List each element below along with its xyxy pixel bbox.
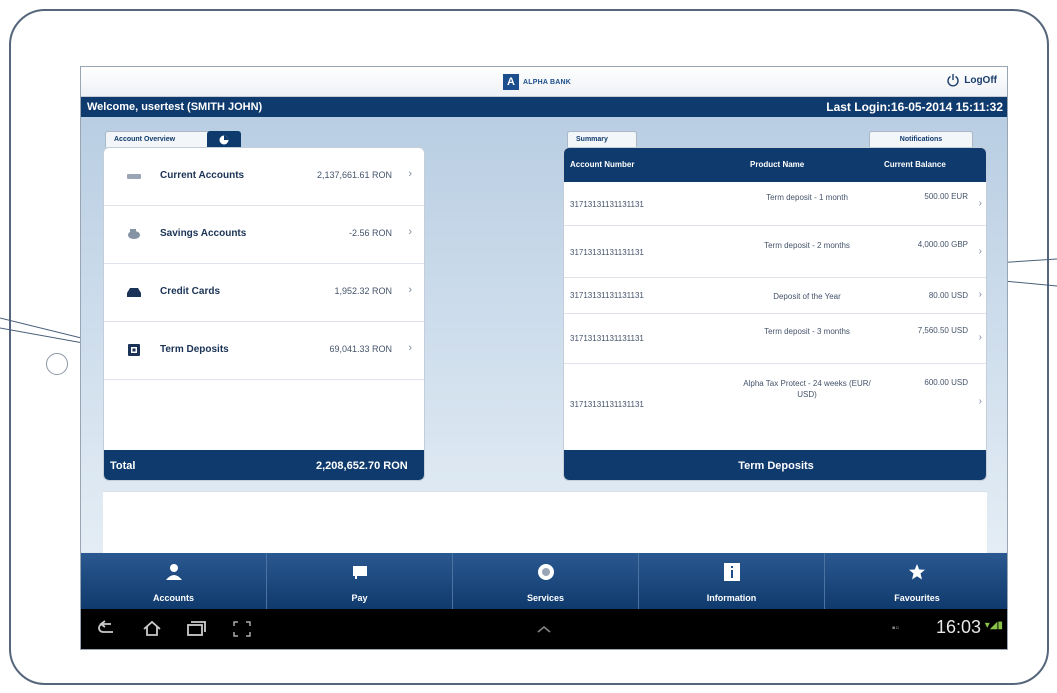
- account-amount: 1,952.32 RON: [334, 286, 392, 296]
- summary-panel: Account Number Product Name Current Bala…: [563, 147, 987, 481]
- tab-account-overview[interactable]: Account Overview: [105, 131, 213, 147]
- bank-name: ALPHA BANK: [523, 78, 572, 86]
- account-amount: -2.56 RON: [348, 228, 392, 238]
- home-icon[interactable]: [141, 619, 163, 639]
- term-deposits-footer-button[interactable]: Term Deposits: [564, 450, 986, 480]
- bank-logo: A ALPHA BANK: [503, 74, 571, 90]
- chevron-right-icon: ›: [978, 198, 982, 209]
- account-amount: 2,137,661.61 RON: [316, 170, 392, 180]
- account-name: Savings Accounts: [160, 228, 247, 239]
- table-row[interactable]: 31713131131131131 Term deposit - 1 month…: [564, 182, 986, 226]
- nav-pay[interactable]: Pay: [267, 553, 453, 609]
- chevron-right-icon: ›: [408, 226, 412, 238]
- top-bar: A ALPHA BANK LogOff: [81, 67, 1007, 97]
- column-header: Account Number: [570, 160, 635, 169]
- nav-services[interactable]: Services: [453, 553, 639, 609]
- current-balance: 7,560.50 USD: [917, 326, 968, 335]
- blank-content-area: [103, 491, 987, 553]
- chevron-right-icon: ›: [408, 284, 412, 296]
- up-arrow-icon[interactable]: [533, 619, 555, 639]
- signal-battery-icon: ▾◢▮: [984, 620, 1003, 631]
- table-header: Account Number Product Name Current Bala…: [564, 148, 986, 182]
- nav-label: Services: [526, 593, 565, 603]
- welcome-text: Welcome, usertest (SMITH JOHN): [87, 101, 263, 113]
- account-row-current[interactable]: Current Accounts 2,137,661.61 RON ›: [104, 148, 424, 206]
- chevron-right-icon: ›: [408, 342, 412, 354]
- app-screen: A ALPHA BANK LogOff Welcome, usertest (S…: [80, 66, 1008, 650]
- nav-label: Accounts: [152, 593, 194, 603]
- current-balance: 600.00 USD: [924, 378, 968, 387]
- table-row[interactable]: 31713131131131131 Deposit of the Year 80…: [564, 278, 986, 314]
- info-icon: [723, 563, 740, 581]
- account-row-term-deposits[interactable]: Term Deposits 69,041.33 RON ›: [104, 322, 424, 380]
- account-name: Term Deposits: [160, 344, 229, 355]
- chevron-right-icon: ›: [978, 396, 982, 407]
- nav-label: Favourites: [894, 593, 940, 603]
- account-row-credit-cards[interactable]: Credit Cards 1,952.32 RON ›: [104, 264, 424, 322]
- welcome-bar: Welcome, usertest (SMITH JOHN) Last Logi…: [81, 97, 1007, 117]
- clock: 16:03: [935, 617, 981, 637]
- product-name: Alpha Tax Protect - 24 weeks (EUR/ USD): [743, 379, 871, 399]
- account-name: Credit Cards: [160, 286, 221, 297]
- current-balance: 4,000.00 GBP: [917, 240, 968, 249]
- column-header: Current Balance: [884, 160, 946, 169]
- nav-information[interactable]: Information: [639, 553, 825, 609]
- tab-notifications[interactable]: Notifications: [869, 131, 973, 147]
- pay-icon: [352, 566, 367, 579]
- user-icon: [165, 564, 182, 580]
- tablet-home-button[interactable]: [46, 353, 68, 375]
- wallet-icon: [127, 174, 141, 179]
- product-name: Term deposit - 1 month: [766, 193, 848, 202]
- account-number: 31713131131131131: [570, 400, 644, 409]
- power-icon: [947, 74, 959, 87]
- nav-label: Pay: [351, 593, 368, 603]
- product-name: Term deposit - 2 months: [764, 241, 850, 250]
- chevron-right-icon: ›: [978, 332, 982, 343]
- account-number: 31713131131131131: [570, 291, 644, 300]
- logoff-label: LogOff: [964, 74, 997, 86]
- logoff-button[interactable]: LogOff: [946, 73, 997, 87]
- screenshot-icon[interactable]: [231, 619, 253, 639]
- account-number: 31713131131131131: [570, 248, 644, 257]
- recent-apps-icon[interactable]: [185, 619, 207, 639]
- notification-icons: ▪▫: [891, 623, 899, 634]
- account-number: 31713131131131131: [570, 200, 644, 209]
- total-bar: Total 2,208,652.70 RON: [104, 450, 424, 480]
- total-value: 2,208,652.70 RON: [316, 460, 408, 472]
- piggy-bank-icon: [128, 229, 140, 239]
- current-balance: 80.00 USD: [928, 291, 968, 300]
- chevron-right-icon: ›: [978, 246, 982, 257]
- tab-summary[interactable]: Summary: [567, 131, 637, 147]
- total-label: Total: [110, 460, 136, 472]
- nav-favourites[interactable]: Favourites: [825, 553, 1007, 609]
- android-system-bar: ▪▫ 16:03 ▾◢▮: [81, 609, 1007, 649]
- account-overview-panel: Current Accounts 2,137,661.61 RON › Savi…: [103, 147, 425, 481]
- table-row[interactable]: 31713131131131131 Term deposit - 3 month…: [564, 314, 986, 364]
- table-row[interactable]: 31713131131131131 Alpha Tax Protect - 24…: [564, 364, 986, 450]
- product-name: Term deposit - 3 months: [764, 327, 850, 336]
- account-name: Current Accounts: [160, 170, 245, 181]
- column-header: Product Name: [750, 160, 805, 169]
- bottom-navigation: Accounts Pay Services Information Favour…: [81, 553, 1007, 609]
- table-row[interactable]: 31713131131131131 Term deposit - 2 month…: [564, 226, 986, 278]
- account-amount: 69,041.33 RON: [329, 344, 392, 354]
- services-icon: [537, 564, 554, 580]
- nav-label: Information: [706, 593, 757, 603]
- account-number: 31713131131131131: [570, 334, 644, 343]
- chevron-right-icon: ›: [978, 289, 982, 300]
- product-name: Deposit of the Year: [773, 292, 841, 301]
- star-icon: [909, 564, 925, 580]
- last-login: Last Login:16-05-2014 15:11:32: [826, 100, 1003, 114]
- account-row-savings[interactable]: Savings Accounts -2.56 RON ›: [104, 206, 424, 264]
- logo-mark-icon: A: [503, 74, 519, 90]
- current-balance: 500.00 EUR: [924, 192, 968, 201]
- deposit-icon: [128, 344, 140, 356]
- chevron-right-icon: ›: [408, 168, 412, 180]
- back-icon[interactable]: [97, 619, 119, 639]
- pie-chart-icon: [219, 135, 229, 145]
- credit-card-icon: [127, 288, 141, 297]
- nav-accounts[interactable]: Accounts: [81, 553, 267, 609]
- tab-chart-view[interactable]: [207, 131, 241, 147]
